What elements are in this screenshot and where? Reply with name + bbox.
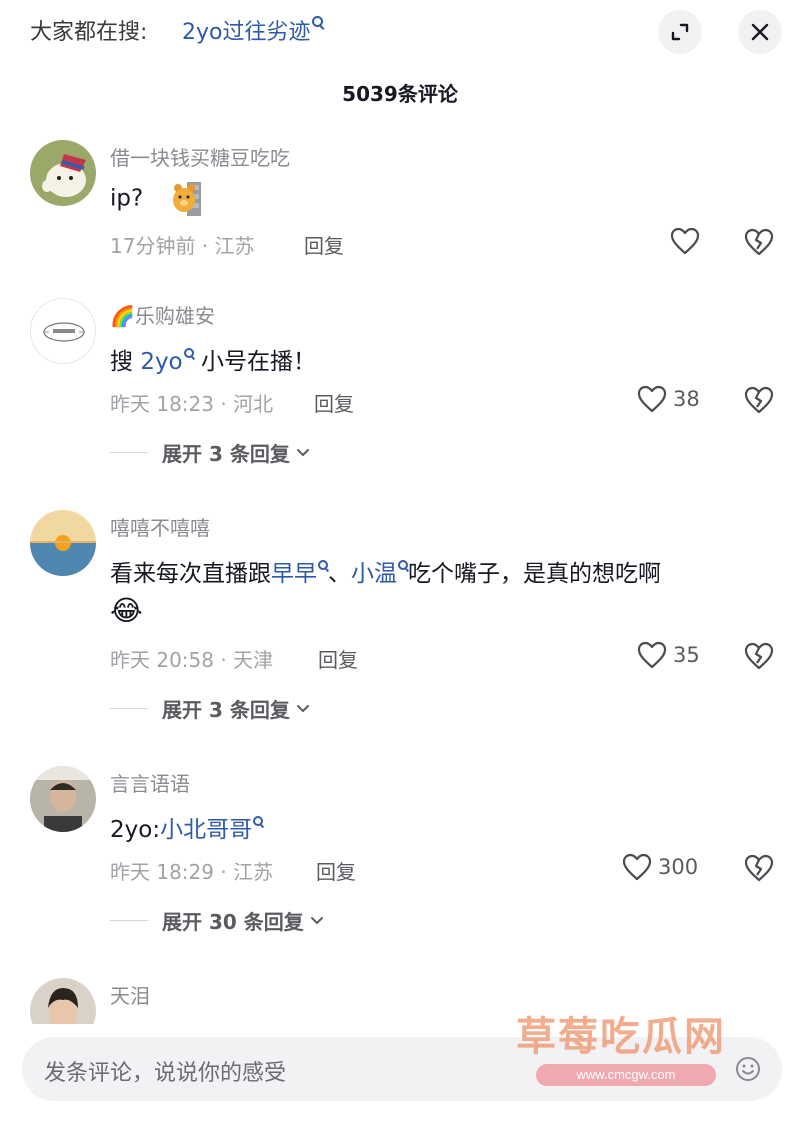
- comment-text-content: ip?: [110, 185, 144, 212]
- avatar[interactable]: [30, 140, 96, 206]
- expand-replies-label[interactable]: 展开 3 条回复: [162, 694, 290, 723]
- comment-input-placeholder: 发条评论，说说你的感受: [44, 1061, 287, 1086]
- search-icon: [183, 348, 194, 358]
- reply-button[interactable]: 回复: [316, 856, 356, 885]
- comment-text: ip?: [110, 182, 203, 216]
- comment-emoji: 😂: [110, 594, 143, 627]
- comment-meta: 昨天 18:29 · 江苏: [110, 860, 274, 884]
- rainbow-icon: 🌈: [110, 304, 135, 328]
- comment-keyword-link[interactable]: 2yo: [140, 348, 194, 375]
- comment-item: 借一块钱买糖豆吃吃 ip? 17分钟前 · 江苏 回复: [0, 140, 800, 280]
- comment-item: 言言语语 2yo:小北哥哥 昨天 18:29 · 江苏 回复 300 展开 30…: [0, 766, 800, 946]
- chevron-down-icon: [310, 916, 323, 924]
- broken-heart-icon[interactable]: [744, 385, 774, 415]
- like-button[interactable]: 300: [622, 853, 698, 881]
- broken-heart-icon[interactable]: [744, 641, 774, 671]
- divider: [110, 452, 148, 453]
- expand-icon: [671, 23, 689, 41]
- comment-keyword[interactable]: 2yo: [140, 349, 182, 375]
- comment-meta: 昨天 20:58 · 天津: [110, 648, 274, 672]
- expand-replies-button[interactable]: 展开 3 条回复: [110, 694, 310, 723]
- expand-replies-label[interactable]: 展开 3 条回复: [162, 438, 290, 467]
- search-suggestion-keyword[interactable]: 2yo过往劣迹: [182, 20, 310, 45]
- comment-text: 2yo:小北哥哥: [110, 810, 264, 844]
- comment-text: 看来每次直播跟早早 、小温 吃个嘴子，是真的想吃啊: [110, 554, 661, 588]
- like-button[interactable]: 38: [637, 385, 700, 413]
- comment-text: 搜 2yo 小号在播！: [110, 342, 316, 376]
- reply-button[interactable]: 回复: [304, 230, 344, 259]
- comment-input[interactable]: 发条评论，说说你的感受: [22, 1037, 782, 1101]
- bear-sticker-icon: [172, 182, 201, 216]
- like-count: 35: [673, 643, 700, 667]
- like-count: 300: [658, 855, 699, 879]
- comment-meta: 17分钟前 · 江苏: [110, 234, 255, 258]
- comment-item: 🌈乐购雄安 搜 2yo 小号在播！ 昨天 18:23 · 河北 回复 38 展开…: [0, 298, 800, 478]
- divider: [110, 708, 148, 709]
- avatar[interactable]: [30, 298, 96, 364]
- search-icon: [398, 560, 408, 570]
- comment-keyword[interactable]: 早早: [271, 561, 317, 587]
- heart-icon: [670, 227, 700, 255]
- top-bar: 大家都在搜: 2yo过往劣迹: [0, 0, 800, 64]
- comment-text-prefix: 看来每次直播跟: [110, 561, 271, 587]
- search-icon: [253, 816, 264, 826]
- comment-text-prefix: 搜: [110, 349, 141, 375]
- expand-replies-button[interactable]: 展开 30 条回复: [110, 906, 324, 935]
- comment-separator: 、: [328, 561, 351, 587]
- comment-input-bar: 发条评论，说说你的感受: [0, 1024, 800, 1141]
- comment-username[interactable]: 天泪: [110, 980, 150, 1009]
- like-button[interactable]: [670, 227, 706, 255]
- comment-username[interactable]: 借一块钱买糖豆吃吃: [110, 142, 290, 171]
- search-icon: [312, 16, 324, 27]
- comment-username[interactable]: 嘻嘻不嘻嘻: [110, 512, 210, 541]
- comment-keyword[interactable]: 小温: [351, 561, 397, 587]
- comment-keyword[interactable]: 小北哥哥: [160, 817, 252, 843]
- comment-keyword-link[interactable]: 小北哥哥: [160, 816, 264, 843]
- comment-meta: 昨天 18:23 · 河北: [110, 392, 274, 416]
- comment-text-suffix: 小号在播！: [193, 349, 316, 375]
- like-button[interactable]: 35: [637, 641, 700, 669]
- chevron-down-icon: [296, 448, 309, 456]
- search-suggestion-link[interactable]: 2yo过往劣迹: [182, 14, 324, 46]
- broken-heart-icon[interactable]: [744, 227, 774, 257]
- avatar[interactable]: [30, 510, 96, 576]
- divider: [110, 920, 148, 921]
- avatar[interactable]: [30, 766, 96, 832]
- chevron-down-icon: [296, 704, 309, 712]
- close-button[interactable]: [738, 10, 782, 54]
- comment-username[interactable]: 言言语语: [110, 768, 190, 797]
- comment-username-text[interactable]: 乐购雄安: [135, 304, 215, 328]
- heart-icon: [637, 385, 667, 413]
- heart-icon: [637, 641, 667, 669]
- expand-replies-label[interactable]: 展开 30 条回复: [162, 906, 304, 935]
- expand-replies-button[interactable]: 展开 3 条回复: [110, 438, 310, 467]
- heart-icon: [622, 853, 652, 881]
- broken-heart-icon[interactable]: [744, 853, 774, 883]
- reply-button[interactable]: 回复: [318, 644, 358, 673]
- comment-text-suffix: 吃个嘴子，是真的想吃啊: [408, 561, 661, 587]
- comment-keyword-link[interactable]: 早早: [271, 560, 328, 587]
- emoji-icon[interactable]: [734, 1055, 762, 1083]
- comment-item: 嘻嘻不嘻嘻 看来每次直播跟早早 、小温 吃个嘴子，是真的想吃啊 😂 昨天 20:58…: [0, 510, 800, 730]
- like-count: 38: [673, 387, 700, 411]
- reply-button[interactable]: 回复: [314, 388, 354, 417]
- comment-keyword-link[interactable]: 小温: [351, 560, 408, 587]
- search-icon: [318, 560, 328, 570]
- comment-text-prefix: 2yo:: [110, 817, 161, 843]
- search-suggestion-prefix: 大家都在搜:: [30, 20, 148, 45]
- comment-count: 5039条评论: [342, 82, 458, 106]
- comment-username[interactable]: 🌈乐购雄安: [110, 300, 215, 329]
- expand-button[interactable]: [658, 10, 702, 54]
- close-icon: [751, 23, 769, 41]
